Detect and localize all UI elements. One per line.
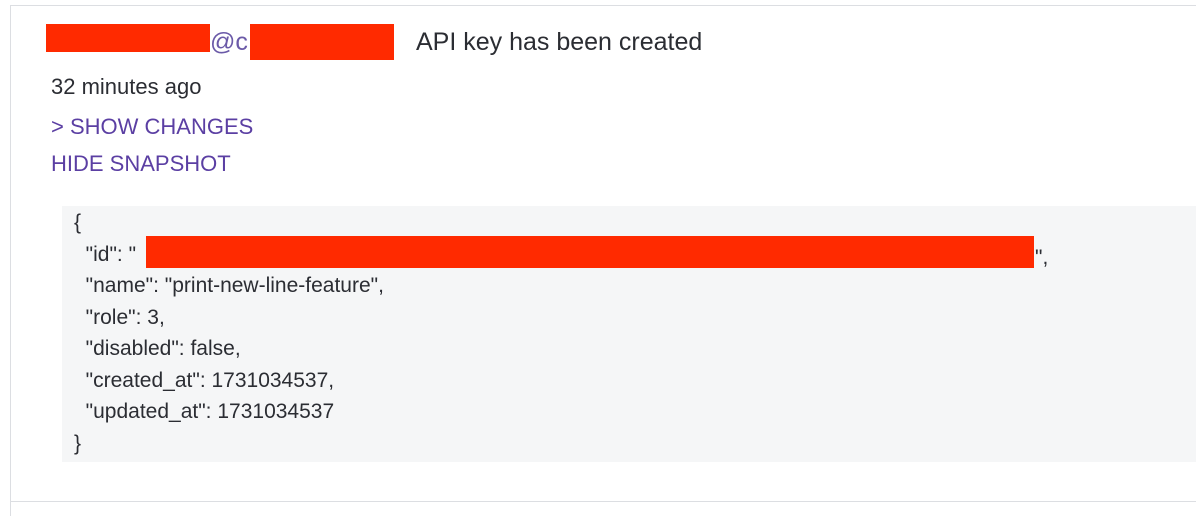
redaction-block — [250, 24, 394, 60]
code-line-updated-at: "updated_at": 1731034537 — [74, 400, 335, 423]
show-changes-link[interactable]: > SHOW CHANGES — [51, 112, 253, 142]
redaction-block — [146, 236, 1034, 268]
code-line-disabled: "disabled": false, — [74, 337, 241, 360]
redaction-block — [46, 24, 210, 52]
event-timestamp: 32 minutes ago — [51, 74, 202, 99]
event-header: @c API key has been created — [46, 22, 806, 62]
code-line-role: "role": 3, — [74, 305, 165, 329]
bottom-divider — [10, 501, 1196, 502]
code-line-name: "name": "print-new-line-feature", — [74, 274, 384, 297]
code-line-open-brace: { — [74, 211, 82, 234]
actor-email: @c — [46, 22, 398, 62]
left-divider — [10, 5, 11, 516]
snapshot-code-block: { "id": " "name": "print-new-line-featur… — [62, 206, 1196, 462]
event-title: API key has been created — [416, 28, 703, 56]
audit-event-panel: @c API key has been created 32 minutes a… — [0, 0, 1196, 516]
code-line-id-suffix: ", — [1035, 246, 1049, 269]
code-line-created-at: "created_at": 1731034537, — [74, 368, 335, 392]
top-divider — [10, 5, 1196, 6]
hide-snapshot-link[interactable]: HIDE SNAPSHOT — [51, 149, 231, 179]
code-line-close-brace: } — [74, 431, 82, 455]
actor-email-visible-text: @c — [210, 28, 248, 56]
